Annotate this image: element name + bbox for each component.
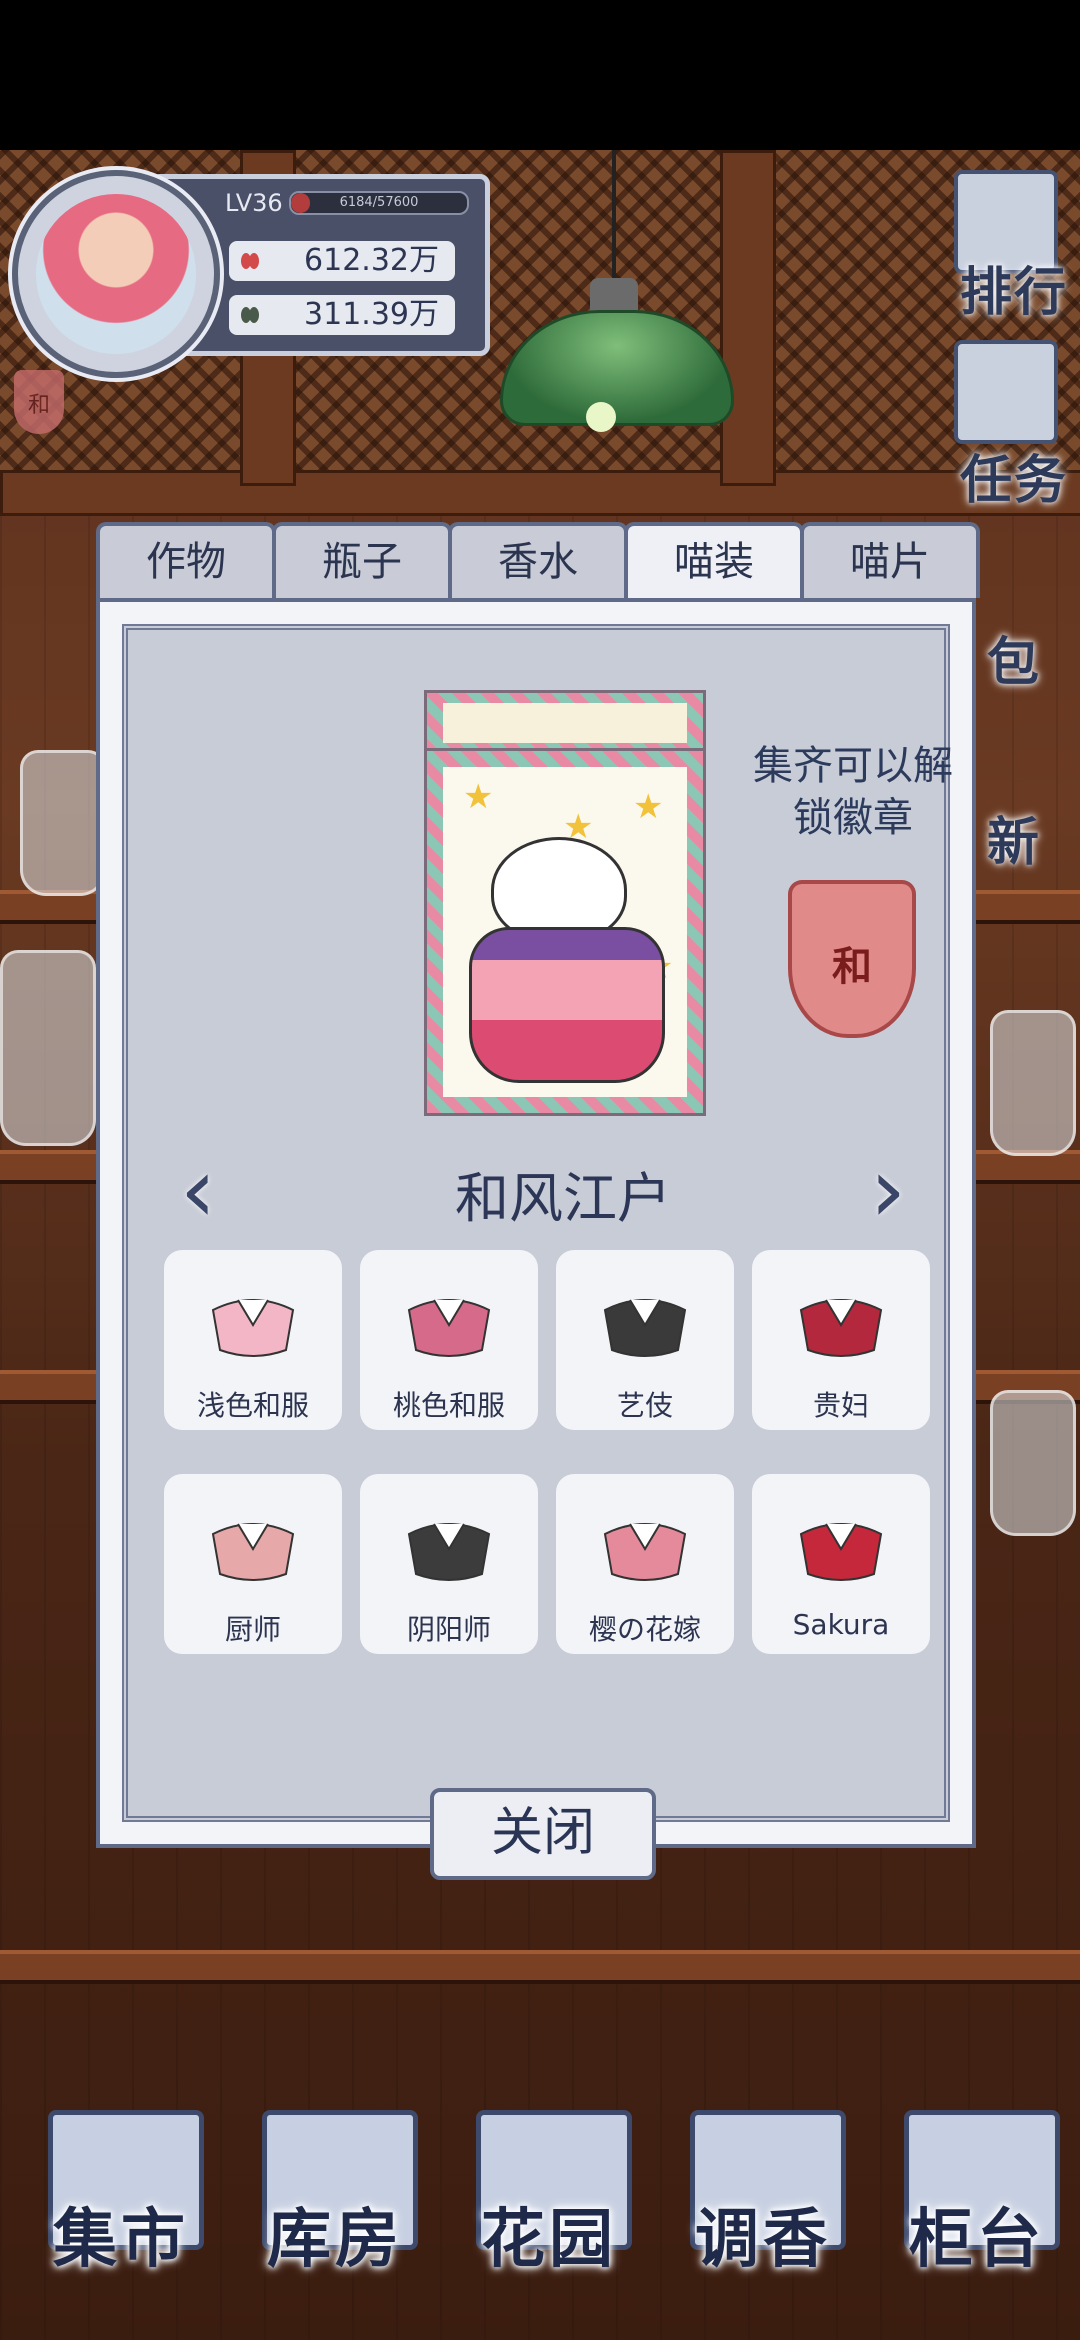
lamp-cord	[612, 150, 616, 280]
coin-green-display: 311.39万	[229, 295, 455, 335]
cat-kimono	[469, 927, 665, 1083]
tab-cat-cards[interactable]: 喵片	[800, 522, 980, 598]
lamp-bulb	[586, 402, 616, 432]
outfit-label: 阴阳师	[406, 1613, 491, 1646]
close-button[interactable]: 关闭	[430, 1788, 656, 1880]
box-top	[424, 690, 706, 756]
nav-garden-label: 花园	[481, 2203, 617, 2277]
coin-red-display: 612.32万	[229, 241, 455, 281]
outfit-card[interactable]: 樱の花嫁	[556, 1474, 734, 1654]
task-button[interactable]: 任务	[954, 438, 1074, 513]
nav-garden[interactable]: 花园	[466, 2110, 632, 2300]
green-leaf-icon	[241, 307, 259, 323]
nav-counter-label: 柜台	[909, 2203, 1045, 2277]
tab-crops[interactable]: 作物	[96, 522, 276, 598]
star-icon: ★	[633, 787, 664, 827]
outfit-card[interactable]: 艺伎	[556, 1250, 734, 1430]
collection-panel: ★ ★ ★ ★ 集齐可以解锁徽章 和 ‹ 和风江户 › 浅色和服 桃色和服 艺伎 贵妇…	[96, 598, 976, 1848]
jar	[20, 750, 106, 896]
nav-counter[interactable]: 柜台	[894, 2110, 1060, 2300]
prev-set-arrow-icon[interactable]: ‹	[168, 1146, 228, 1236]
star-icon: ★	[463, 777, 494, 817]
bottom-nav: 集市 库房 花园 调香 柜台	[0, 2110, 1080, 2340]
outfit-label: 贵妇	[812, 1389, 869, 1422]
outfit-icon	[407, 1299, 491, 1357]
nav-warehouse[interactable]: 库房	[252, 2110, 418, 2300]
outfit-card[interactable]: 浅色和服	[164, 1250, 342, 1430]
outfit-icon	[211, 1299, 295, 1357]
nav-market-label: 集市	[53, 2203, 189, 2277]
outfit-card[interactable]: 贵妇	[752, 1250, 930, 1430]
outfit-card[interactable]: 阴阳师	[360, 1474, 538, 1654]
ranking-button[interactable]: 排行	[954, 250, 1074, 325]
tab-cat-outfits[interactable]: 喵装	[624, 522, 804, 598]
badge-icon[interactable]: 和	[14, 370, 64, 434]
tab-bottles[interactable]: 瓶子	[272, 522, 452, 598]
jar	[0, 950, 96, 1146]
outfit-icon	[603, 1299, 687, 1357]
outfit-icon	[407, 1523, 491, 1581]
outfit-card[interactable]: 厨师	[164, 1474, 342, 1654]
xp-fill	[291, 193, 310, 213]
outfit-label: 桃色和服	[392, 1389, 505, 1422]
wooden-beam	[0, 470, 1080, 516]
wooden-post	[720, 150, 776, 486]
outfit-label: 艺伎	[616, 1389, 673, 1422]
player-level: LV36	[225, 189, 283, 217]
box-front: ★ ★ ★ ★	[424, 748, 706, 1116]
xp-bar: 6184/57600	[289, 191, 469, 215]
xp-text: 6184/57600	[339, 195, 419, 210]
red-leaf-icon	[241, 253, 259, 269]
outfit-label: Sakura	[792, 1608, 890, 1641]
avatar	[36, 194, 196, 354]
outfit-icon	[799, 1523, 883, 1581]
outfit-label: 樱の花嫁	[588, 1613, 701, 1646]
nav-perfume[interactable]: 调香	[680, 2110, 846, 2300]
task-icon[interactable]	[954, 340, 1058, 444]
outfit-icon	[799, 1299, 883, 1357]
outfit-icon	[211, 1523, 295, 1581]
coin-red-value: 612.32万	[304, 243, 439, 278]
outfit-card[interactable]: 桃色和服	[360, 1250, 538, 1430]
nav-perfume-label: 调香	[695, 2203, 831, 2277]
badge-char: 和	[27, 393, 50, 418]
category-tabs: 作物 瓶子 香水 喵装 喵片	[96, 522, 980, 602]
nav-market[interactable]: 集市	[38, 2110, 204, 2300]
shelf	[0, 1950, 1080, 1984]
jar	[990, 1390, 1076, 1536]
outfit-set-box: ★ ★ ★ ★	[424, 690, 706, 1116]
outfit-icon	[603, 1523, 687, 1581]
set-badge-icon: 和	[788, 880, 916, 1038]
outfit-card[interactable]: Sakura	[752, 1474, 930, 1654]
next-set-arrow-icon[interactable]: ›	[858, 1146, 918, 1236]
collection-panel-inner: ★ ★ ★ ★ 集齐可以解锁徽章 和 ‹ 和风江户 › 浅色和服 桃色和服 艺伎 贵妇…	[122, 624, 953, 1822]
nav-warehouse-label: 库房	[267, 2203, 403, 2277]
tab-perfume[interactable]: 香水	[448, 522, 628, 598]
jar	[990, 1010, 1076, 1156]
outfit-label: 浅色和服	[196, 1389, 309, 1422]
set-title: 和风江户	[455, 1167, 671, 1230]
player-card[interactable]: LV36 6184/57600 612.32万 311.39万	[12, 170, 490, 378]
set-badge-char: 和	[832, 944, 872, 990]
unlock-hint: 集齐可以解锁徽章	[753, 743, 953, 841]
avatar-frame[interactable]	[12, 170, 220, 378]
coin-green-value: 311.39万	[304, 297, 439, 332]
outfit-label: 厨师	[224, 1613, 281, 1646]
